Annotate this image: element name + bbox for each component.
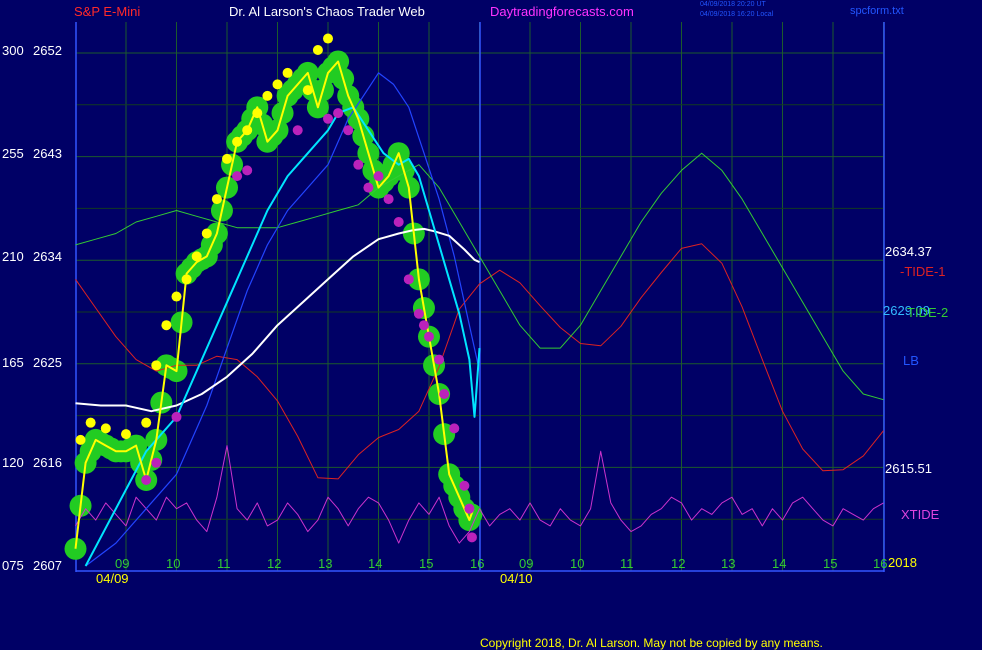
- pivot-low-dot: [373, 171, 384, 182]
- file-name: spcform.txt: [850, 5, 904, 17]
- y-left-label: 300: [2, 43, 24, 58]
- pivot-low-dot: [171, 411, 182, 422]
- pivot-high-dot: [262, 90, 273, 101]
- x-hour-label: 15: [419, 556, 434, 571]
- y-left-label: 165: [2, 355, 24, 370]
- pivot-low-dot: [333, 108, 344, 119]
- copyright-text: Copyright 2018, Dr. Al Larson. May not b…: [480, 636, 823, 650]
- lb-label: LB: [903, 353, 919, 368]
- symbol-label: S&P E-Mini: [74, 4, 141, 19]
- pivot-high-dot: [272, 79, 283, 90]
- pivot-high-dot: [282, 67, 293, 78]
- y-left-label: 255: [2, 146, 24, 161]
- y-price-label: 2607: [33, 558, 62, 573]
- pivot-low-dot: [393, 217, 404, 227]
- site-link[interactable]: Daytradingforecasts.com: [490, 4, 634, 19]
- x-hour-label: 14: [368, 556, 383, 571]
- y-left-label: 120: [2, 455, 24, 470]
- x-hour-label: 16: [470, 556, 485, 571]
- pivot-high-dot: [232, 136, 243, 147]
- x-hour-label: 11: [217, 556, 231, 571]
- x-hour-label: 16: [873, 556, 888, 571]
- pivot-low-dot: [292, 125, 303, 136]
- pivot-high-dot: [312, 45, 323, 55]
- pivot-high-dot: [141, 417, 152, 428]
- pivot-low-dot: [434, 354, 445, 365]
- bubble-layer: [64, 50, 483, 560]
- pivot-high-dot: [100, 423, 111, 434]
- x-hour-label: 15: [823, 556, 838, 571]
- x-hour-label: 13: [318, 556, 333, 571]
- xtide-label: XTIDE: [901, 507, 940, 522]
- chart-canvas: [64, 22, 885, 572]
- timestamp-local: 04/09/2018 16:20 Local: [700, 11, 774, 18]
- pivot-low-dot: [383, 194, 394, 205]
- x-hour-label: 10: [570, 556, 585, 571]
- pivot-high-dot: [211, 194, 222, 205]
- pivot-high-dot: [151, 360, 162, 371]
- y-price-label: 2652: [33, 43, 62, 58]
- x-hour-label: 11: [620, 556, 634, 571]
- x-hour-label: 10: [166, 556, 181, 571]
- pivot-low-dot: [403, 274, 414, 285]
- y-price-label: 2625: [33, 355, 62, 370]
- pivot-low-dot: [459, 480, 470, 491]
- tide1-label: -TIDE-1: [900, 264, 946, 279]
- chart-title: Dr. Al Larson's Chaos Trader Web: [229, 4, 425, 19]
- pivot-high-dot: [252, 108, 263, 119]
- pivot-low-dot: [151, 457, 162, 468]
- pivot-low-dot: [464, 503, 475, 514]
- pivot-high-dot: [242, 125, 253, 136]
- pivot-high-dot: [121, 429, 131, 440]
- pivot-high-dot: [201, 228, 212, 239]
- x-hour-label: 12: [267, 556, 282, 571]
- pivot-high-dot: [171, 291, 182, 302]
- pivot-high-dot: [75, 434, 86, 445]
- last-value: 2615.51: [885, 461, 932, 476]
- tide2-label: TIDE-2: [907, 305, 949, 320]
- pivot-low-dot: [466, 532, 477, 543]
- x-hour-label: 09: [519, 556, 534, 571]
- x-hour-label: 14: [772, 556, 787, 571]
- pivot-low-dot: [343, 125, 354, 136]
- pivot-high-dot: [85, 417, 96, 428]
- pivot-low-dot: [418, 320, 429, 331]
- pivot-low-dot: [363, 182, 374, 193]
- pivot-low-dot: [141, 475, 152, 485]
- pivot-high-dot: [323, 33, 333, 44]
- y-left-label: 210: [2, 249, 24, 264]
- pivot-low-dot: [413, 308, 424, 319]
- x-hour-label: 09: [115, 556, 130, 571]
- y-left-label: 075: [2, 558, 24, 573]
- year-label: 2018: [888, 555, 917, 570]
- pivot-low-dot: [323, 113, 333, 124]
- pivot-high-dot: [161, 320, 172, 331]
- timestamp-ut: 04/09/2018 20:20 UT: [700, 1, 766, 8]
- pivot-low-dot: [449, 423, 460, 434]
- x-hour-label: 13: [721, 556, 736, 571]
- pivot-low-dot: [242, 165, 253, 176]
- y-price-label: 2616: [33, 455, 62, 470]
- tide1-value: 2634.37: [885, 244, 932, 259]
- date-label-0410: 04/10: [500, 571, 533, 586]
- date-label-0409: 04/09: [96, 571, 129, 586]
- pivot-low-dot: [439, 389, 450, 399]
- x-hour-label: 12: [671, 556, 686, 571]
- y-price-label: 2643: [33, 146, 62, 161]
- pivot-high-dot: [181, 274, 192, 285]
- pivot-low-dot: [424, 331, 434, 342]
- y-price-label: 2634: [33, 249, 62, 264]
- pivot-high-dot: [222, 153, 232, 164]
- pivot-high-dot: [302, 85, 313, 96]
- pivot-high-dot: [191, 251, 202, 262]
- pivot-low-dot: [232, 171, 243, 182]
- pivot-low-dot: [353, 159, 364, 170]
